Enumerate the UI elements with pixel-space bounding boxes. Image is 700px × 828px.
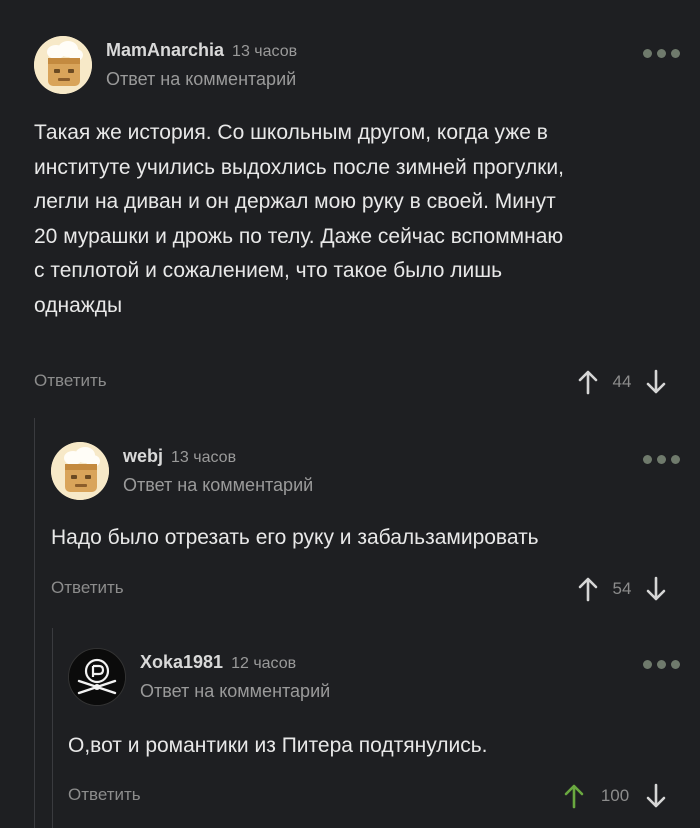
author-name[interactable]: Xoka1981 (140, 652, 223, 673)
reply-button[interactable]: Ответить (68, 785, 141, 805)
comment-text: О,вот и романтики из Питера подтянулись. (68, 734, 488, 757)
more-options-icon[interactable] (643, 660, 680, 669)
avatar[interactable] (68, 648, 126, 706)
comment: Xoka1981 12 часов Ответ на комментарий О… (0, 0, 700, 828)
rating-count: 100 (600, 786, 630, 805)
upvote-arrow-icon[interactable] (562, 783, 586, 809)
downvote-arrow-icon[interactable] (644, 783, 668, 809)
comment-time: 12 часов (231, 655, 297, 672)
pirate-skull-avatar-icon (69, 649, 125, 705)
reply-note[interactable]: Ответ на комментарий (140, 681, 330, 702)
